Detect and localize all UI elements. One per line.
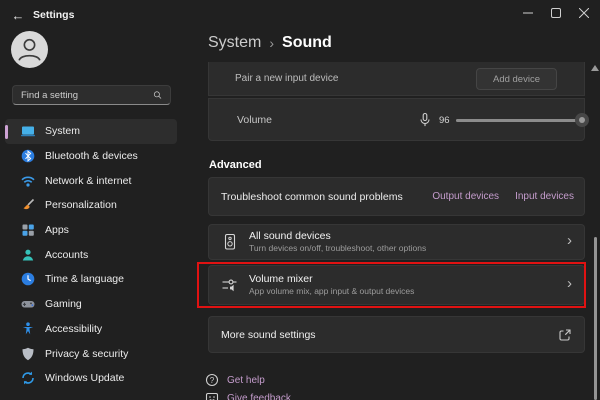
troubleshoot-links: Output devices Input devices: [432, 191, 574, 202]
get-help-link[interactable]: ? Get help: [205, 373, 265, 387]
input-devices-link[interactable]: Input devices: [515, 191, 574, 202]
volume-slider-track[interactable]: [456, 119, 587, 122]
shield-icon: [20, 346, 36, 362]
breadcrumb: System › Sound: [208, 34, 332, 52]
sidebar-item-system[interactable]: System: [5, 119, 177, 144]
back-arrow-icon: ←: [12, 8, 25, 23]
give-feedback-link[interactable]: Give feedback: [205, 391, 291, 400]
accessibility-person-icon: [20, 321, 36, 337]
maximize-button[interactable]: [542, 0, 570, 26]
more-sound-settings-label: More sound settings: [221, 329, 316, 341]
sidebar-item-label: Bluetooth & devices: [45, 150, 138, 162]
sidebar-item-time-language[interactable]: Time & language: [5, 267, 177, 292]
window-controls: [514, 0, 598, 26]
avatar[interactable]: [11, 31, 48, 68]
pair-input-device-row: Pair a new input device Add device: [208, 62, 585, 96]
sidebar-nav: System Bluetooth & devices Network & int…: [0, 119, 195, 391]
close-button[interactable]: [570, 0, 598, 26]
volume-label: Volume: [237, 114, 272, 126]
back-button[interactable]: ←: [8, 5, 28, 25]
volume-slider-fill: [456, 119, 582, 122]
minimize-button[interactable]: [514, 0, 542, 26]
sidebar-item-label: Network & internet: [45, 175, 131, 187]
chevron-right-icon: ›: [567, 232, 572, 249]
sidebar-item-privacy-security[interactable]: Privacy & security: [5, 341, 177, 366]
breadcrumb-parent[interactable]: System: [208, 34, 261, 52]
help-icon: ?: [205, 373, 219, 387]
external-link-icon: [558, 328, 572, 342]
scrollbar-up-arrow[interactable]: [591, 65, 599, 71]
sidebar-item-accounts[interactable]: Accounts: [5, 242, 177, 267]
output-devices-link[interactable]: Output devices: [432, 191, 499, 202]
pair-input-device-label: Pair a new input device: [235, 73, 338, 84]
all-sound-devices-row[interactable]: All sound devices Turn devices on/off, t…: [208, 224, 585, 260]
add-device-button[interactable]: Add device: [476, 68, 557, 90]
close-icon: [579, 8, 589, 18]
settings-window: ← Settings: [0, 0, 600, 400]
update-arrows-icon: [20, 370, 36, 386]
system-icon: [20, 123, 36, 139]
more-sound-settings-row[interactable]: More sound settings: [208, 316, 585, 353]
sidebar-item-personalization[interactable]: Personalization: [5, 193, 177, 218]
sidebar-item-label: Accounts: [45, 249, 88, 261]
sidebar-item-label: Time & language: [45, 273, 124, 285]
sidebar-item-accessibility[interactable]: Accessibility: [5, 317, 177, 342]
sidebar-item-label: Apps: [45, 224, 69, 236]
volume-mixer-subtitle: App volume mix, app input & output devic…: [249, 286, 414, 297]
sidebar-item-label: Personalization: [45, 199, 117, 211]
troubleshoot-label: Troubleshoot common sound problems: [221, 191, 403, 203]
sidebar-item-apps[interactable]: Apps: [5, 218, 177, 243]
all-sound-devices-title: All sound devices: [249, 230, 426, 243]
sound-devices-icon: [221, 233, 239, 251]
volume-mixer-icon: [221, 276, 239, 294]
input-volume-row: Volume 96: [208, 98, 585, 141]
sidebar-item-label: Windows Update: [45, 372, 124, 384]
wifi-icon: [20, 173, 36, 189]
selected-accent-bar: [5, 125, 8, 139]
sidebar-item-label: System: [45, 125, 80, 137]
search-box[interactable]: [12, 85, 171, 105]
scrollbar-thumb[interactable]: [594, 237, 597, 400]
advanced-section-header: Advanced: [209, 159, 262, 171]
volume-slider-thumb[interactable]: [575, 113, 589, 127]
give-feedback-label: Give feedback: [227, 393, 291, 400]
search-icon: [153, 89, 162, 101]
sidebar-item-windows-update[interactable]: Windows Update: [5, 366, 177, 391]
bluetooth-icon: [20, 148, 36, 164]
volume-mixer-title: Volume mixer: [249, 273, 414, 286]
page-title: Sound: [282, 34, 332, 52]
svg-text:?: ?: [210, 376, 215, 385]
maximize-icon: [551, 8, 561, 18]
feedback-icon: [205, 391, 219, 400]
gamepad-icon: [20, 296, 36, 312]
volume-value: 96: [439, 115, 450, 126]
search-input[interactable]: [21, 90, 153, 101]
sidebar-item-label: Privacy & security: [45, 348, 128, 360]
troubleshoot-row: Troubleshoot common sound problems Outpu…: [208, 177, 585, 216]
all-sound-devices-subtitle: Turn devices on/off, troubleshoot, other…: [249, 243, 426, 254]
sidebar-item-network-internet[interactable]: Network & internet: [5, 168, 177, 193]
apps-grid-icon: [20, 222, 36, 238]
app-title: Settings: [33, 9, 74, 21]
accounts-person-icon: [20, 247, 36, 263]
sidebar-item-label: Gaming: [45, 298, 82, 310]
chevron-right-icon: ›: [567, 275, 572, 292]
brush-icon: [20, 197, 36, 213]
clock-icon: [20, 271, 36, 287]
sidebar-item-label: Accessibility: [45, 323, 102, 335]
breadcrumb-separator-icon: ›: [269, 35, 274, 51]
sidebar-item-gaming[interactable]: Gaming: [5, 292, 177, 317]
get-help-label: Get help: [227, 375, 265, 386]
microphone-icon: [417, 112, 433, 128]
sidebar-item-bluetooth-devices[interactable]: Bluetooth & devices: [5, 144, 177, 169]
volume-slider[interactable]: [456, 113, 587, 127]
person-icon: [11, 31, 48, 68]
minimize-icon: [523, 8, 533, 18]
volume-mixer-row[interactable]: Volume mixer App volume mix, app input &…: [208, 265, 585, 305]
